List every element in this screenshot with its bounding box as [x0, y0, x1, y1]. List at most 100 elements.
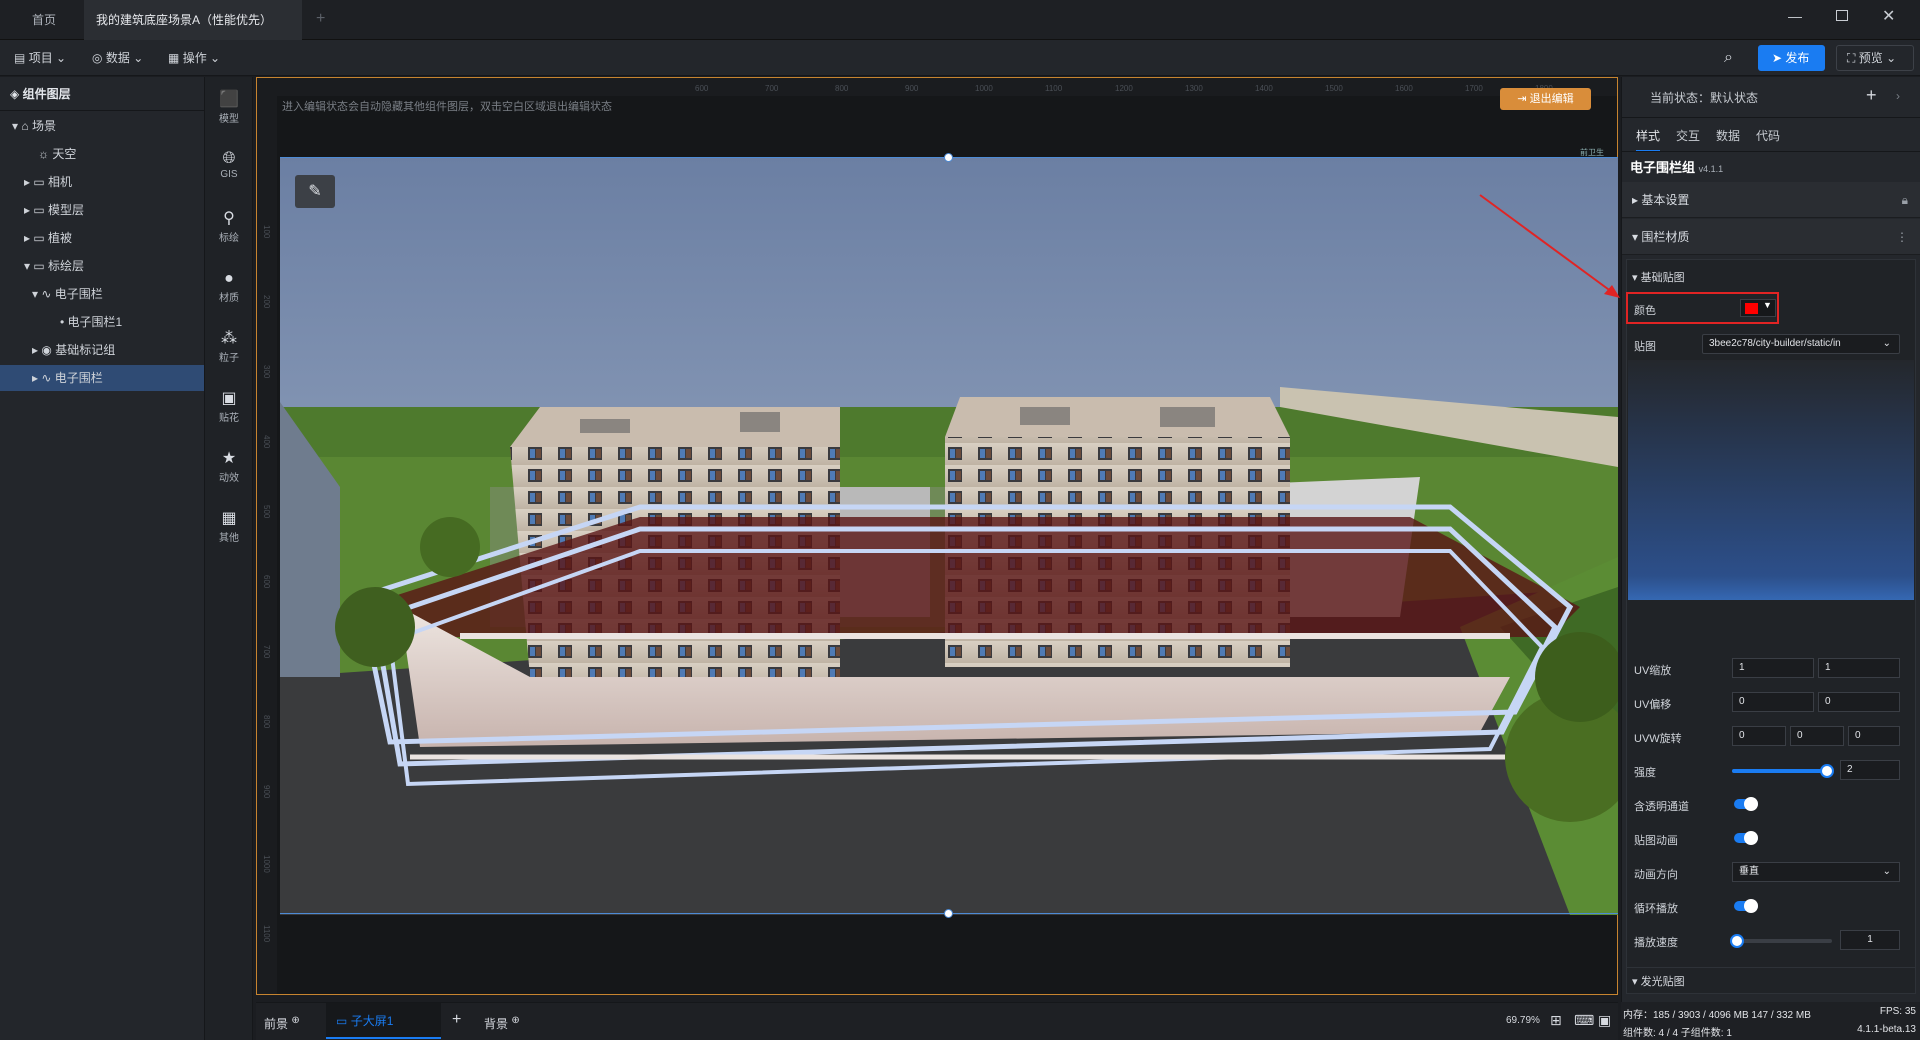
tab-scene[interactable]: 我的建筑底座场景A（性能优先） — [84, 0, 302, 65]
ruler-top-tick: 600 — [695, 84, 709, 93]
brush-icon: ✎ — [308, 183, 322, 200]
tree-item-fence-1[interactable]: • 电子围栏1 — [0, 309, 204, 335]
iconbar-model[interactable]: ⬛ 模型 — [205, 90, 253, 125]
subsection-glow-texture[interactable]: ▾ 发光贴图 — [1632, 973, 1685, 989]
alpha-channel-toggle[interactable] — [1734, 797, 1758, 811]
pin-icon: ⚲ — [223, 210, 235, 227]
tree-item-fence-selected[interactable]: ▸ ∿ 电子围栏 — [0, 365, 204, 391]
color-picker[interactable]: ▼ — [1740, 299, 1776, 317]
close-icon[interactable]: ✕ — [1882, 6, 1895, 26]
resize-handle-top[interactable] — [944, 153, 953, 162]
strength-slider[interactable] — [1732, 764, 1834, 778]
uv-offset-y-input[interactable]: 0 — [1818, 692, 1900, 712]
file-icon: ▤ — [14, 51, 26, 65]
search-icon[interactable]: ⌕ — [1724, 40, 1733, 76]
iconbar-particle[interactable]: ⁂ 粒子 — [205, 329, 253, 364]
layer-panel: ◈ 组件图层 ▾ ⌂ 场景 ☼ 天空 ▸ ▭ 相机 ▸ ▭ 模型层 ▸ ▭ 植被… — [0, 77, 205, 1040]
section-basic-settings[interactable]: ▸ 基本设置 🔒︎ — [1622, 182, 1920, 218]
loop-play-label: 循环播放 — [1634, 903, 1678, 915]
annotation-arrow — [1479, 194, 1620, 298]
tree-item-scene[interactable]: ▾ ⌂ 场景 — [0, 113, 204, 139]
loop-play-toggle[interactable] — [1734, 899, 1758, 913]
iconbar-decal[interactable]: ▣ 贴花 — [205, 389, 253, 424]
play-speed-slider[interactable] — [1730, 934, 1832, 948]
add-state-icon[interactable]: + — [1866, 85, 1877, 106]
fit-screen-icon[interactable]: ⊞ — [1550, 1012, 1562, 1029]
ruler-top-tick: 1000 — [975, 84, 993, 93]
more-vertical-icon[interactable]: ⋮ — [1896, 219, 1908, 255]
uvw-rotate-w-input[interactable]: 0 — [1848, 726, 1900, 746]
resize-handle-bottom[interactable] — [944, 909, 953, 918]
restore-icon[interactable] — [1836, 10, 1848, 21]
tree-item-model-layer[interactable]: ▸ ▭ 模型层 — [0, 197, 204, 223]
menu-data[interactable]: ◎ 数据 ⌄ — [92, 40, 143, 76]
chevron-down-icon: ⌄ — [133, 51, 144, 65]
menu-operation[interactable]: ▦ 操作 ⌄ — [168, 40, 220, 76]
edit-hint: 进入编辑状态会自动隐藏其他组件图层，双击空白区域退出编辑状态 — [282, 101, 612, 113]
uv-scale-y-input[interactable]: 1 — [1818, 658, 1900, 678]
tree-item-vegetation[interactable]: ▸ ▭ 植被 — [0, 225, 204, 251]
canvas-bottom-bar: 前景 ⊕ ▭ 子大屏1 + 背景 ⊕ 69.79% ⊞ ⌨ ▣ — [256, 1002, 1618, 1040]
play-speed-label: 播放速度 — [1634, 937, 1678, 949]
tab-style[interactable]: 样式 — [1636, 127, 1661, 152]
texture-select[interactable]: 3bee2c78/city-builder/static/in ⌄ — [1702, 334, 1900, 354]
uv-scale-label: UV缩放 — [1634, 665, 1672, 677]
add-screen-icon[interactable]: + — [452, 1011, 461, 1029]
section-fence-material[interactable]: ▾ 围栏材质 ⋮ — [1622, 219, 1920, 255]
menu-project[interactable]: ▤ 项目 ⌄ — [14, 40, 66, 76]
add-tab-icon[interactable]: + — [316, 10, 325, 28]
chevron-right-icon[interactable]: › — [1896, 89, 1900, 103]
tab-interaction[interactable]: 交互 — [1676, 127, 1700, 144]
uv-scale-x-input[interactable]: 1 — [1732, 658, 1814, 678]
anim-direction-select[interactable]: 垂直 ⌄ — [1732, 862, 1900, 882]
background-tab[interactable]: 背景 ⊕ — [484, 1015, 520, 1032]
screen-tab-active[interactable]: ▭ 子大屏1 — [326, 1003, 441, 1039]
fence-icon: ∿ — [41, 287, 52, 301]
subsection-basic-texture[interactable]: ▾ 基础贴图 — [1632, 269, 1685, 285]
play-speed-slider-thumb[interactable] — [1730, 934, 1744, 948]
publish-button[interactable]: ➤ 发布 — [1758, 45, 1825, 71]
uvw-rotate-v-input[interactable]: 0 — [1790, 726, 1844, 746]
add-circle-icon: ⊕ — [511, 1015, 520, 1026]
ruler-left-tick: 100 — [262, 225, 271, 239]
memory-readout: 内存：185 / 3903 / 4096 MB 147 / 332 MB — [1623, 1010, 1811, 1021]
lock-icon[interactable]: 🔒︎ — [1902, 182, 1908, 218]
scene-render — [280, 157, 1618, 915]
iconbar-gis[interactable]: 🌐︎ GIS — [205, 149, 253, 180]
tree-item-sky[interactable]: ☼ 天空 — [0, 141, 204, 167]
exit-edit-button[interactable]: ⇥ 退出编辑 — [1500, 88, 1591, 110]
tree-item-marker-group[interactable]: ▸ ◉ 基础标记组 — [0, 337, 204, 363]
iconbar-material[interactable]: ● 材质 — [205, 269, 253, 304]
iconbar-effect[interactable]: ★ 动效 — [205, 449, 253, 484]
strength-input[interactable]: 2 — [1840, 760, 1900, 780]
brush-tool-button[interactable]: ✎ — [295, 175, 335, 208]
scene-viewport[interactable] — [280, 157, 1618, 915]
ruler-left-tick: 200 — [262, 295, 271, 309]
ruler-top-tick: 900 — [905, 84, 919, 93]
ruler-left-tick: 900 — [262, 785, 271, 799]
tree-item-camera[interactable]: ▸ ▭ 相机 — [0, 169, 204, 195]
keyboard-icon[interactable]: ⌨ — [1574, 1012, 1594, 1029]
tab-data[interactable]: 数据 — [1716, 127, 1740, 144]
component-title: 电子围栏组 v4.1.1 — [1630, 160, 1724, 175]
tree-item-fence[interactable]: ▾ ∿ 电子围栏 — [0, 281, 204, 307]
iconbar-other[interactable]: ▦ 其他 — [205, 509, 253, 544]
tab-code[interactable]: 代码 — [1756, 127, 1780, 144]
status-bar: 内存：185 / 3903 / 4096 MB 147 / 332 MB FPS… — [1621, 1002, 1920, 1040]
terminal-icon[interactable]: ▣ — [1598, 1012, 1611, 1029]
strength-slider-thumb[interactable] — [1820, 764, 1834, 778]
tree-item-plot-layer[interactable]: ▾ ▭ 标绘层 — [0, 253, 204, 279]
play-speed-input[interactable]: 1 — [1840, 930, 1900, 950]
minimize-icon[interactable]: — — [1788, 8, 1802, 24]
preview-button[interactable]: ⛶ 预览 ⌄ — [1836, 45, 1914, 71]
foreground-tab[interactable]: 前景 ⊕ — [264, 1015, 300, 1032]
texture-label: 贴图 — [1634, 341, 1656, 353]
uv-offset-x-input[interactable]: 0 — [1732, 692, 1814, 712]
tab-home[interactable]: 首页 — [14, 0, 74, 40]
anim-direction-label: 动画方向 — [1634, 869, 1678, 881]
texture-anim-toggle[interactable] — [1734, 831, 1758, 845]
iconbar-plot[interactable]: ⚲ 标绘 — [205, 209, 253, 244]
uvw-rotate-u-input[interactable]: 0 — [1732, 726, 1786, 746]
ruler-left-tick: 700 — [262, 645, 271, 659]
zoom-level[interactable]: 69.79% — [1506, 1015, 1540, 1026]
